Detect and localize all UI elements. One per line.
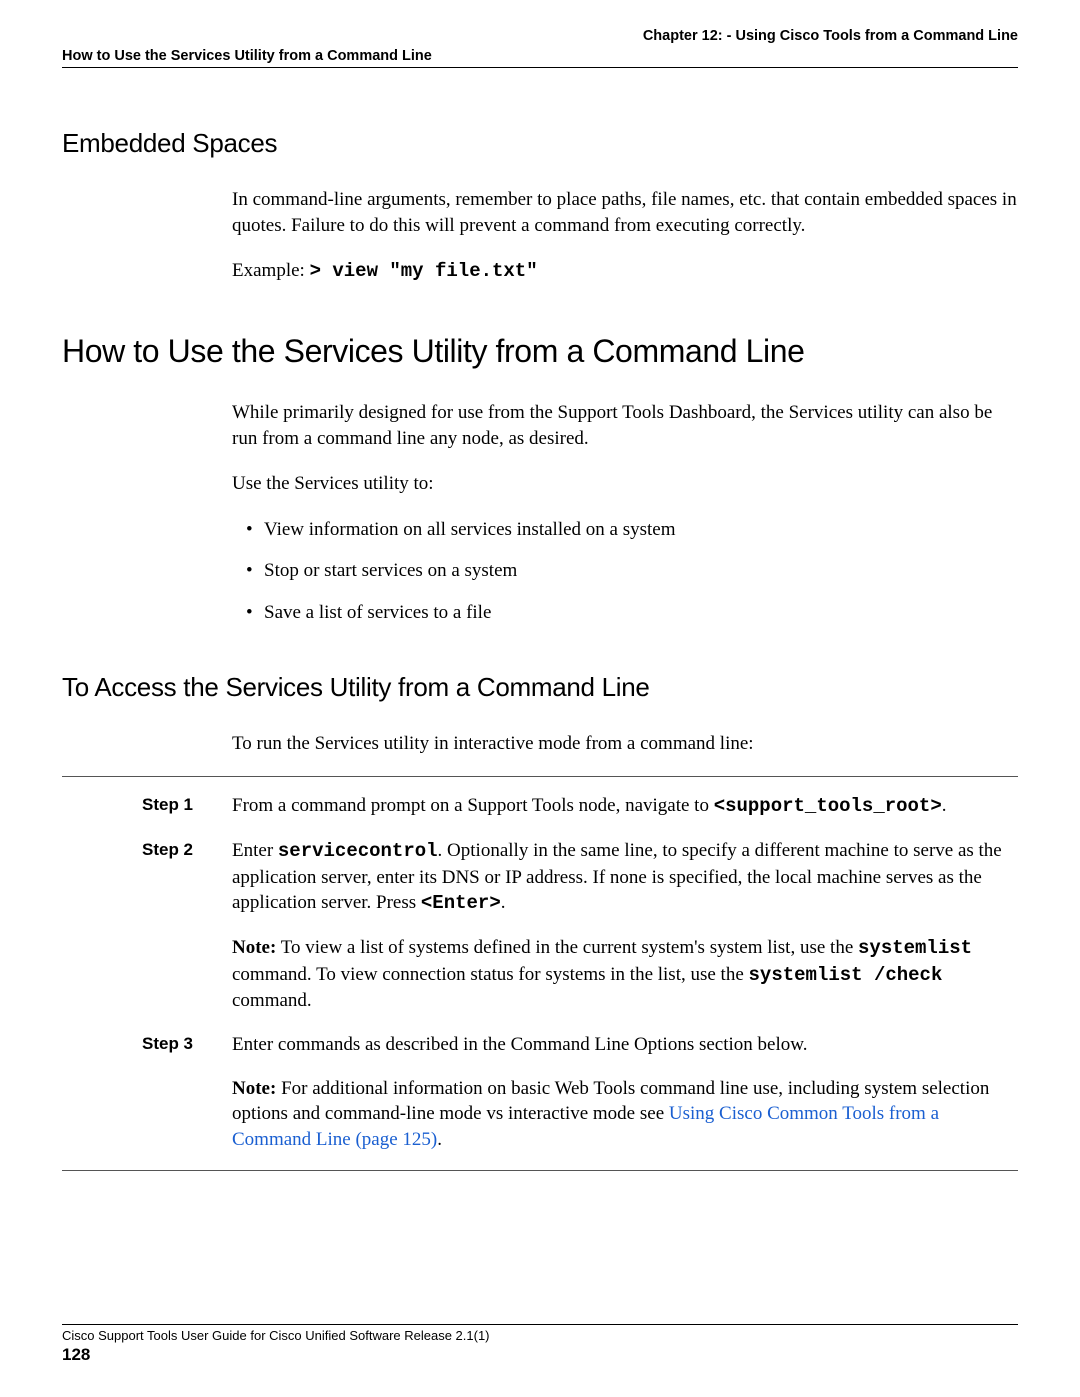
text: . [501, 892, 506, 913]
page: Chapter 12: - Using Cisco Tools from a C… [0, 0, 1080, 1397]
text: Enter [232, 840, 278, 861]
step-label: Step 3 [142, 1032, 232, 1153]
step-body: Enter servicecontrol. Optionally in the … [232, 838, 1018, 1014]
services-bullets: View information on all services install… [246, 517, 1018, 626]
access-intro-block: To run the Services utility in interacti… [232, 731, 1018, 757]
text: . [437, 1129, 442, 1150]
note-label: Note: [232, 1078, 276, 1099]
step3-text: Enter commands as described in the Comma… [232, 1032, 1018, 1058]
step2-text: Enter servicecontrol. Optionally in the … [232, 838, 1018, 917]
text: command. [232, 990, 312, 1011]
code: <support_tools_root> [714, 795, 942, 817]
step-body: Enter commands as described in the Comma… [232, 1032, 1018, 1153]
footer-title: Cisco Support Tools User Guide for Cisco… [62, 1328, 1018, 1343]
page-number: 128 [62, 1345, 1018, 1365]
steps-block: Step 1 From a command prompt on a Suppor… [62, 776, 1018, 1171]
step-row: Step 1 From a command prompt on a Suppor… [62, 793, 1018, 820]
note-label: Note: [232, 937, 276, 958]
step-body: From a command prompt on a Support Tools… [232, 793, 1018, 820]
text: command. To view connection status for s… [232, 964, 749, 985]
services-use-label: Use the Services utility to: [232, 471, 1018, 497]
step-row: Step 2 Enter servicecontrol. Optionally … [62, 838, 1018, 1014]
step2-note: Note: To view a list of systems defined … [232, 935, 1018, 1014]
embedded-spaces-para: In command-line arguments, remember to p… [232, 187, 1018, 238]
list-item: Stop or start services on a system [246, 558, 1018, 584]
code: <Enter> [421, 892, 501, 914]
example-code: > view "my file.txt" [310, 260, 538, 282]
services-utility-body: While primarily designed for use from th… [232, 400, 1018, 626]
heading-access-services: To Access the Services Utility from a Co… [62, 672, 1018, 703]
divider [62, 1170, 1018, 1171]
embedded-spaces-body: In command-line arguments, remember to p… [232, 187, 1018, 285]
services-intro: While primarily designed for use from th… [232, 400, 1018, 451]
text: From a command prompt on a Support Tools… [232, 795, 714, 816]
access-intro: To run the Services utility in interacti… [232, 731, 1018, 757]
code: systemlist [858, 937, 972, 959]
list-item: View information on all services install… [246, 517, 1018, 543]
step-label: Step 1 [142, 793, 232, 820]
text: To view a list of systems defined in the… [276, 937, 858, 958]
code: servicecontrol [278, 840, 438, 862]
heading-embedded-spaces: Embedded Spaces [62, 128, 1018, 159]
list-item: Save a list of services to a file [246, 600, 1018, 626]
step-label: Step 2 [142, 838, 232, 1014]
example-label: Example: [232, 260, 310, 281]
page-footer: Cisco Support Tools User Guide for Cisco… [62, 1324, 1018, 1365]
chapter-header: Chapter 12: - Using Cisco Tools from a C… [62, 28, 1018, 44]
footer-rule [62, 1324, 1018, 1325]
embedded-spaces-example: Example: > view "my file.txt" [232, 258, 1018, 285]
text: . [942, 795, 947, 816]
code: systemlist /check [749, 964, 943, 986]
step3-note: Note: For additional information on basi… [232, 1076, 1018, 1153]
divider [62, 776, 1018, 777]
section-header: How to Use the Services Utility from a C… [62, 48, 1018, 68]
step-row: Step 3 Enter commands as described in th… [62, 1032, 1018, 1153]
heading-services-utility: How to Use the Services Utility from a C… [62, 333, 1018, 370]
step1-text: From a command prompt on a Support Tools… [232, 793, 1018, 820]
